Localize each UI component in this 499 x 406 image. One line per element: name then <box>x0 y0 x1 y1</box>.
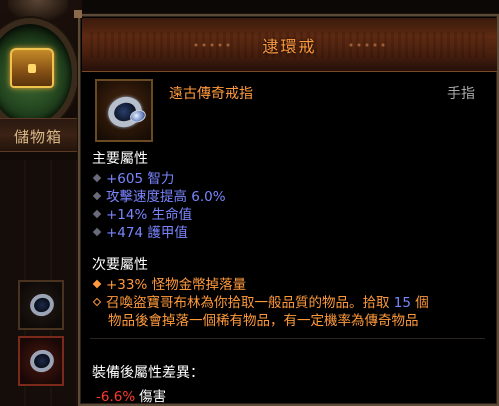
diamond-bullet-icon <box>92 191 102 201</box>
secondary-stats-header: 次要屬性 <box>92 257 148 273</box>
diamond-bullet-icon <box>92 173 102 183</box>
item-slot: 手指 <box>447 86 475 102</box>
item-icon-frame <box>95 79 153 142</box>
ring-slot-icon <box>26 290 58 320</box>
primary-stats-header: 主要屬性 <box>92 151 148 167</box>
stat-diff-label: 傷害 <box>139 389 167 405</box>
primary-stat: +474 護甲值 <box>92 221 188 241</box>
stat-diff-header: 裝備後屬性差異： <box>92 365 204 381</box>
item-tooltip: 逮環戒 遠古傳奇戒指 手指 主要屬性 +605 智力 攻擊速度提高 6.0% +… <box>78 14 499 406</box>
primary-stat: +605 智力 <box>92 167 174 187</box>
diamond-bullet-icon <box>92 279 102 289</box>
divider <box>90 338 485 339</box>
secondary-stat: +33% 怪物金幣掉落量 <box>92 273 246 293</box>
stash-title: 儲物箱 <box>14 128 63 146</box>
diamond-bullet-icon <box>92 209 102 219</box>
tooltip-corner <box>74 10 82 18</box>
tooltip-header: 逮環戒 <box>82 18 497 72</box>
item-type: 遠古傳奇戒指 <box>169 86 253 102</box>
treasure-chest-icon <box>10 48 54 88</box>
ring-slot-icon <box>26 346 58 376</box>
primary-stat: +14% 生命值 <box>92 203 192 223</box>
stash-slot-ring[interactable] <box>18 280 64 330</box>
legendary-affix-continued: 物品後會掉落一個稀有物品，有一定機率為傳奇物品 <box>108 313 419 329</box>
diamond-bullet-icon <box>92 227 102 237</box>
ring-item-icon <box>104 92 148 132</box>
item-name: 逮環戒 <box>262 37 317 56</box>
stash-slot-ring-selected[interactable] <box>18 336 64 386</box>
legendary-affix: 召喚盜寶哥布林為你拾取一般品質的物品。拾取 15 個 <box>92 291 429 311</box>
stat-diff-row: -6.6% 傷害 <box>96 385 166 405</box>
stat-diff-value: -6.6% <box>96 389 136 405</box>
top-ornament <box>8 0 68 20</box>
stash-panel: 儲物箱 <box>0 0 82 406</box>
ring-gem <box>128 108 148 125</box>
diamond-outline-bullet-icon <box>92 297 102 307</box>
primary-stat: 攻擊速度提高 6.0% <box>92 185 226 205</box>
